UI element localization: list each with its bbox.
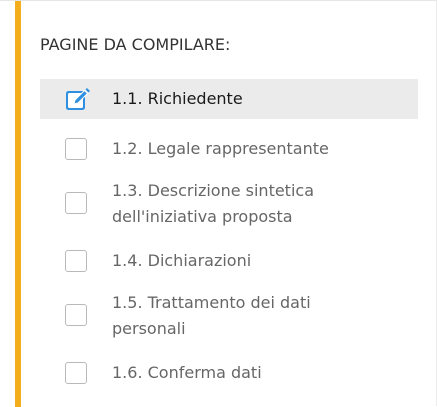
list-item-descrizione-sintetica[interactable]: 1.3. Descrizione sintetica dell'iniziati… [40,175,418,235]
item-label-line-2: dell'iniziativa proposta [112,207,293,226]
item-label: 1.2. Legale rappresentante [112,139,329,158]
checkbox[interactable] [65,362,87,384]
item-label: 1.4. Dichiarazioni [112,251,252,270]
list-item-conferma-dati[interactable]: 1.6. Conferma dati [40,355,418,391]
checkbox[interactable] [65,192,87,214]
checkbox[interactable] [65,138,87,160]
accent-bar [15,1,21,407]
list-item-trattamento-dati[interactable]: 1.5. Trattamento dei dati personali [40,287,418,347]
item-label-line-1: 1.5. Trattamento dei dati [112,293,311,312]
list-item-dichiarazioni[interactable]: 1.4. Dichiarazioni [40,243,418,279]
checkbox[interactable] [65,304,87,326]
panel-heading: PAGINE DA COMPILARE: [40,35,231,54]
checkbox[interactable] [65,250,87,272]
item-label-line-1: 1.3. Descrizione sintetica [112,181,314,200]
list-item-richiedente[interactable]: 1.1. Richiedente [40,79,418,119]
edit-icon [66,88,90,110]
item-label: 1.1. Richiedente [112,89,243,108]
item-label: 1.6. Conferma dati [112,363,262,382]
list-item-legale-rappresentante[interactable]: 1.2. Legale rappresentante [40,131,418,167]
item-label-line-2: personali [112,319,186,338]
pages-to-fill-panel: PAGINE DA COMPILARE: 1.1. Richiedente 1.… [0,0,437,407]
